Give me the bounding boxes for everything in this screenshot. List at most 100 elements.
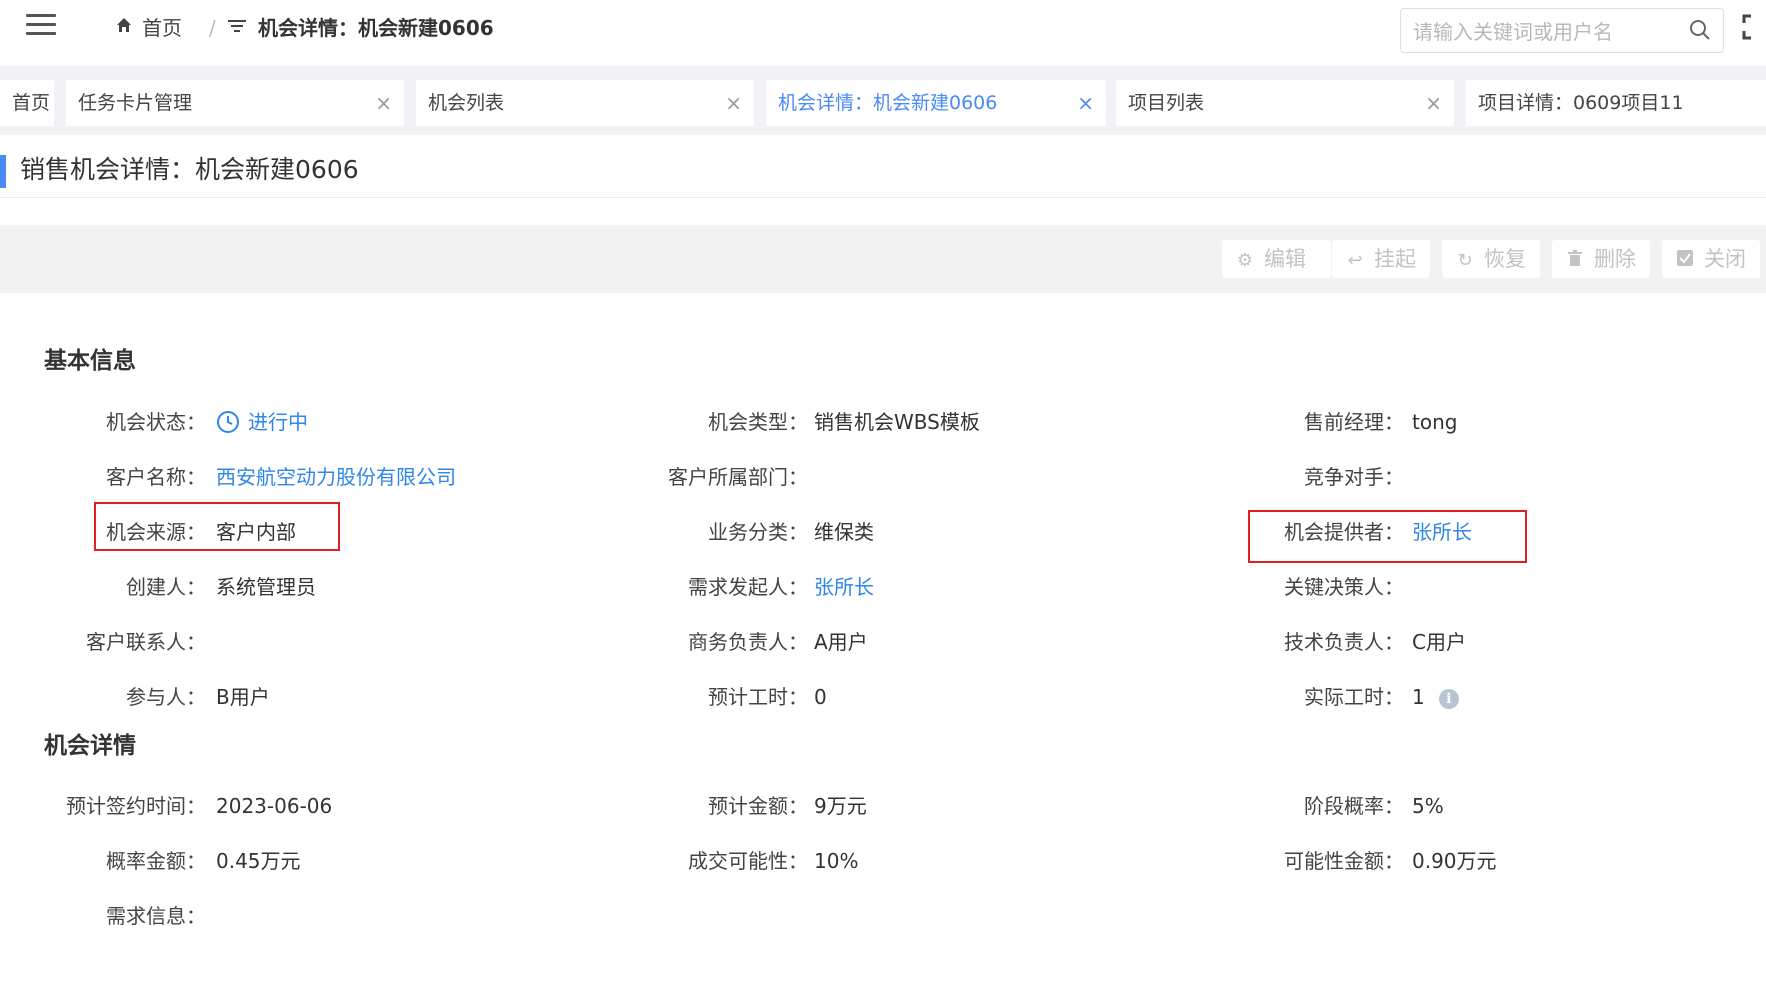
tech-owner-value: C用户 — [1412, 630, 1466, 654]
info-icon[interactable]: i — [1438, 688, 1459, 709]
status-value: 进行中 — [216, 407, 308, 437]
suspend-button[interactable]: ↩ 挂起 — [1332, 240, 1430, 278]
restore-button[interactable]: ↻ 恢复 — [1442, 240, 1540, 278]
search-icon[interactable] — [1689, 19, 1711, 41]
info-row: 需求信息： — [0, 901, 1766, 931]
gear-icon: ⚙ — [1236, 250, 1254, 271]
estimated-amount-label: 预计金额： — [708, 794, 808, 818]
participant-value: B用户 — [216, 685, 270, 709]
refresh-icon: ↻ — [1457, 250, 1473, 271]
sign-date-label: 预计签约时间： — [66, 794, 206, 818]
suspend-label: 挂起 — [1374, 247, 1416, 271]
probability-amount-label: 概率金额： — [106, 849, 206, 873]
edit-button[interactable]: ⚙ 编辑 — [1222, 240, 1331, 278]
actual-hours-label: 实际工时： — [1304, 685, 1404, 709]
section-title-details: 机会详情 — [44, 733, 136, 759]
dept-label: 客户所属部门： — [668, 465, 808, 489]
tab-opportunity-detail[interactable]: 机会详情：机会新建0606 × — [766, 80, 1106, 126]
info-row: 概率金额： 0.45万元 成交可能性： 10% 可能性金额： 0.90万元 — [0, 846, 1766, 876]
filter-icon — [228, 14, 246, 42]
possible-amount-label: 可能性金额： — [1284, 849, 1404, 873]
probability-amount-value: 0.45万元 — [216, 849, 301, 873]
creator-value: 系统管理员 — [216, 575, 316, 599]
breadcrumb-current-label: 机会详情：机会新建0606 — [258, 16, 494, 40]
sign-date-value: 2023-06-06 — [216, 794, 333, 818]
info-row: 预计签约时间： 2023-06-06 预计金额： 9万元 阶段概率： 5% — [0, 791, 1766, 821]
participant-label: 参与人： — [126, 685, 206, 709]
breadcrumb-home-label: 首页 — [142, 16, 182, 40]
type-value: 销售机会WBS模板 — [814, 410, 980, 434]
creator-label: 创建人： — [126, 575, 206, 599]
deal-probability-label: 成交可能性： — [688, 849, 808, 873]
tab-label: 项目列表 — [1128, 92, 1205, 114]
category-value: 维保类 — [814, 520, 874, 544]
customer-link[interactable]: 西安航空动力股份有限公司 — [216, 462, 456, 492]
breadcrumb-home[interactable]: 首页 — [116, 14, 182, 42]
breadcrumb-current: 机会详情：机会新建0606 — [228, 14, 494, 42]
close-icon[interactable]: × — [1077, 80, 1094, 126]
status-label: 机会状态： — [106, 410, 206, 434]
close-icon[interactable]: × — [1425, 80, 1442, 126]
info-row: 参与人： B用户 预计工时： 0 实际工时： 1i — [0, 682, 1766, 712]
check-square-icon — [1674, 242, 1696, 280]
tab-label: 机会列表 — [428, 92, 505, 114]
top-header: 首页 / 机会详情：机会新建0606 — [0, 0, 1766, 66]
tab-label: 项目详情：0609项目11 — [1478, 92, 1684, 114]
close-icon[interactable]: × — [725, 80, 742, 126]
presales-label: 售前经理： — [1304, 410, 1404, 434]
info-row: 机会状态： 进行中 机会类型： 销售机会WBS模板 售前经理： tong — [0, 407, 1766, 437]
competitor-label: 竞争对手： — [1304, 465, 1404, 489]
info-row: 客户名称： 西安航空动力股份有限公司 客户所属部门： 竞争对手： — [0, 462, 1766, 492]
highlight-box-source — [94, 502, 340, 551]
initiator-link[interactable]: 张所长 — [814, 572, 874, 602]
customer-label: 客户名称： — [106, 465, 206, 489]
estimated-hours-value: 0 — [814, 685, 827, 709]
tab-opportunity-list[interactable]: 机会列表 × — [416, 80, 754, 126]
page-title-bar: 销售机会详情：机会新建0606 — [0, 135, 1766, 198]
presales-value: tong — [1412, 410, 1458, 434]
restore-label: 恢复 — [1484, 247, 1526, 271]
actual-hours-wrap: 1i — [1412, 682, 1459, 712]
contact-label: 客户联系人： — [86, 630, 206, 654]
page-title: 销售机会详情：机会新建0606 — [20, 155, 359, 184]
delete-label: 删除 — [1594, 247, 1636, 271]
category-label: 业务分类： — [708, 520, 808, 544]
close-button[interactable]: 关闭 — [1662, 240, 1760, 278]
search-input[interactable] — [1411, 9, 1675, 54]
tab-label: 机会详情：机会新建0606 — [778, 92, 998, 114]
demand-info-label: 需求信息： — [106, 904, 206, 928]
status-text: 进行中 — [248, 410, 308, 434]
return-arrow-icon: ↩ — [1347, 250, 1363, 271]
close-icon[interactable]: × — [375, 80, 392, 126]
delete-button[interactable]: 删除 — [1552, 240, 1650, 278]
tab-project-list[interactable]: 项目列表 × — [1116, 80, 1454, 126]
tab-bar: 首页 任务卡片管理 × 机会列表 × 机会详情：机会新建0606 × 项目列表 … — [0, 66, 1766, 135]
fullscreen-icon[interactable] — [1742, 14, 1766, 40]
possible-amount-value: 0.90万元 — [1412, 849, 1497, 873]
edit-label: 编辑 — [1264, 247, 1306, 271]
tab-label: 任务卡片管理 — [78, 92, 193, 114]
menu-toggle-icon[interactable] — [26, 14, 56, 38]
type-label: 机会类型： — [708, 410, 808, 434]
actual-hours-value: 1 — [1412, 685, 1425, 709]
info-row: 创建人： 系统管理员 需求发起人： 张所长 关键决策人： — [0, 572, 1766, 602]
deal-probability-value: 10% — [814, 849, 859, 873]
clock-icon — [217, 411, 239, 433]
search-box — [1400, 8, 1724, 54]
breadcrumb-separator: / — [209, 16, 216, 40]
business-owner-value: A用户 — [814, 630, 868, 654]
home-icon — [116, 14, 132, 42]
info-row: 客户联系人： 商务负责人： A用户 技术负责人： C用户 — [0, 627, 1766, 657]
tab-project-detail[interactable]: 项目详情：0609项目11 — [1466, 80, 1766, 126]
trash-icon — [1564, 242, 1586, 280]
close-label: 关闭 — [1704, 247, 1746, 271]
decision-maker-label: 关键决策人： — [1284, 575, 1404, 599]
estimated-amount-value: 9万元 — [814, 794, 867, 818]
title-accent-bar — [0, 155, 6, 188]
tab-label: 首页 — [12, 92, 51, 114]
tab-task-cards[interactable]: 任务卡片管理 × — [66, 80, 404, 126]
action-toolbar: ⚙ 编辑 ↩ 挂起 ↻ 恢复 删除 关闭 — [0, 225, 1766, 293]
stage-probability-value: 5% — [1412, 794, 1444, 818]
tab-home[interactable]: 首页 — [0, 80, 54, 126]
estimated-hours-label: 预计工时： — [708, 685, 808, 709]
